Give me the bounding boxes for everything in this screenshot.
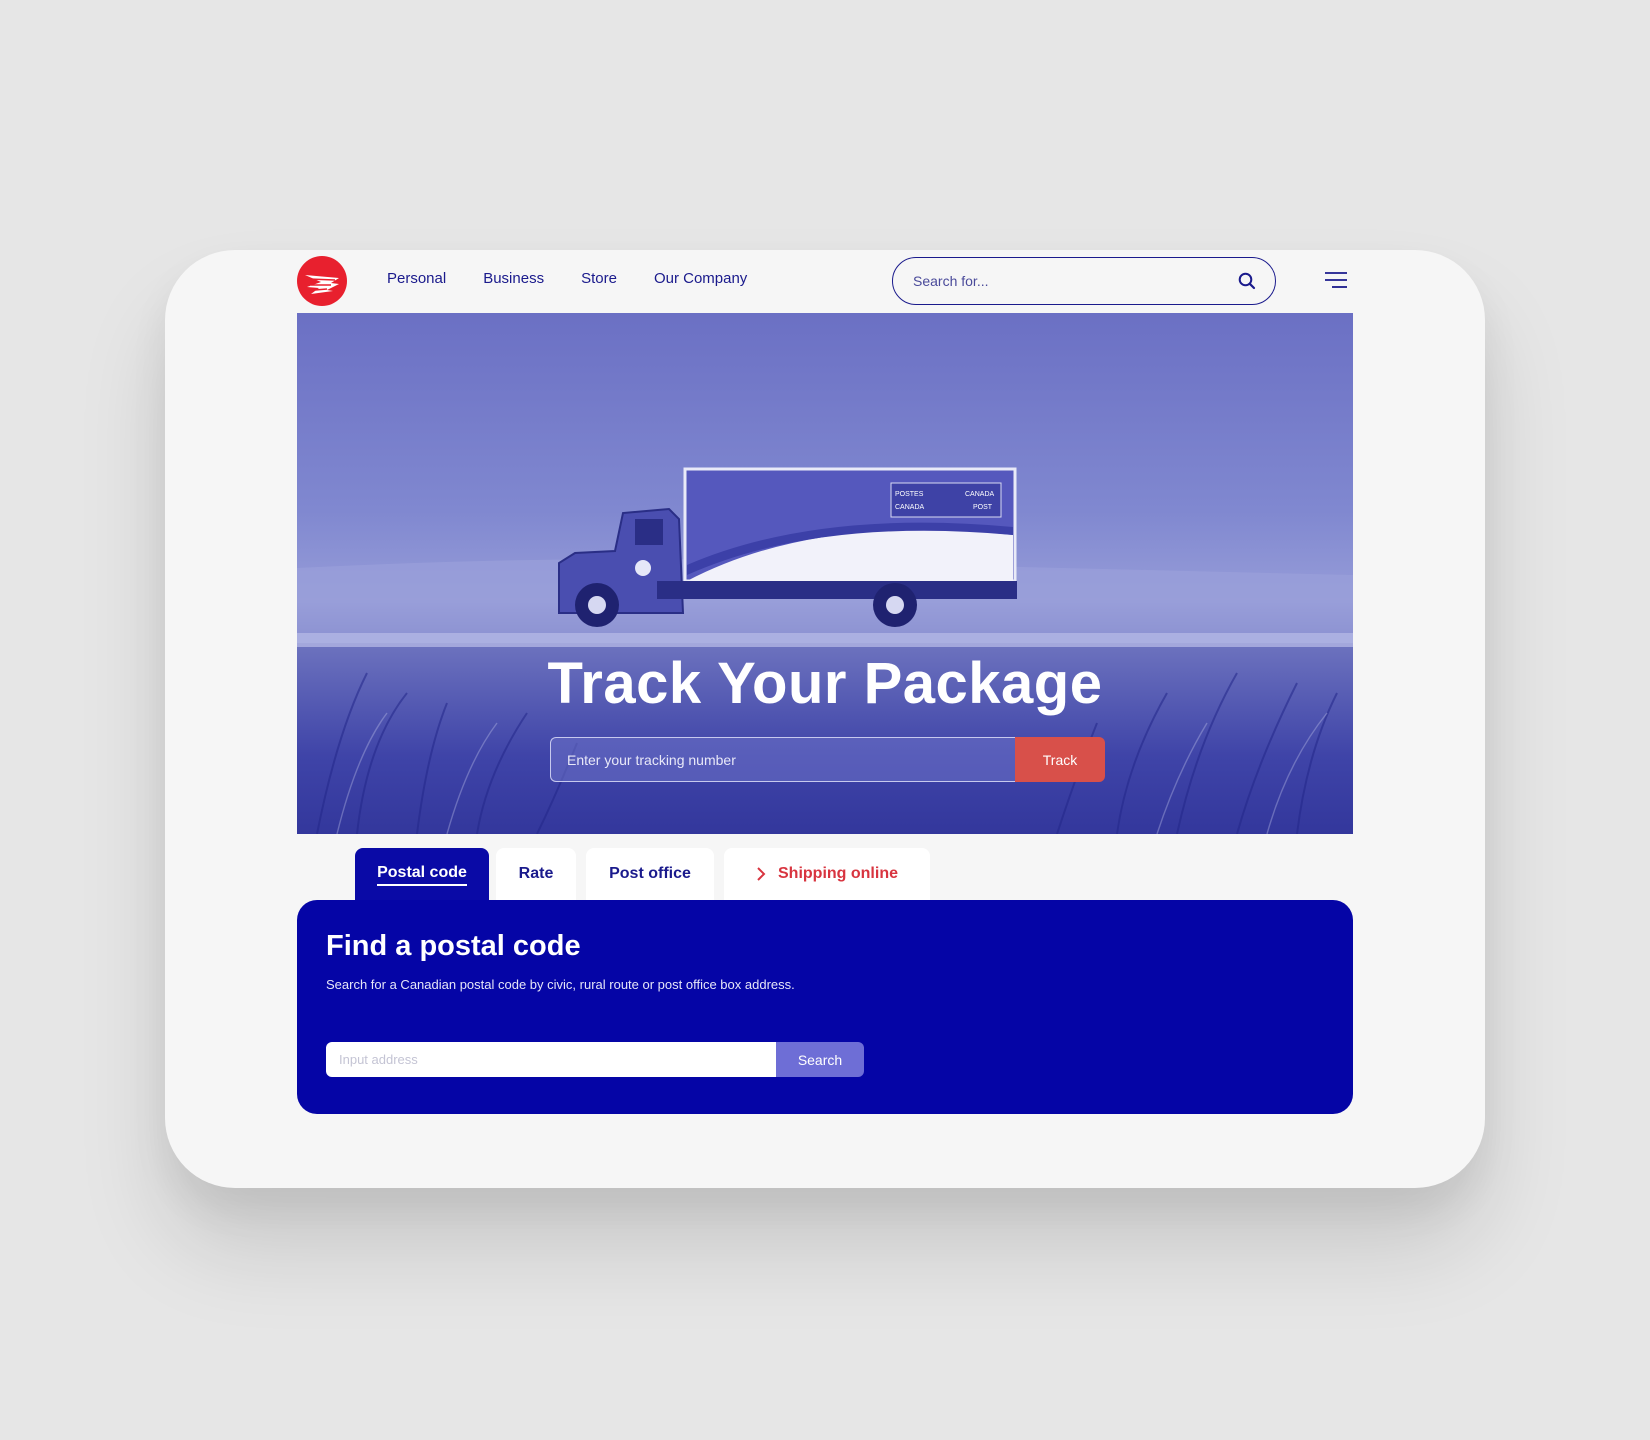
address-input[interactable] [326, 1042, 776, 1077]
search-input[interactable] [913, 270, 1233, 292]
tracking-form: Track [550, 737, 1105, 782]
tab-post-office-label: Post office [609, 865, 691, 882]
truck-sign-canada-1: CANADA [965, 491, 995, 498]
search-icon[interactable] [1237, 271, 1257, 291]
tab-shipping-online[interactable]: Shipping online [724, 848, 930, 900]
postal-code-panel: Find a postal code Search for a Canadian… [297, 900, 1353, 1114]
hero-title: Track Your Package [547, 651, 1103, 716]
tab-post-office[interactable]: Post office [586, 848, 714, 900]
panel-title: Find a postal code [326, 930, 581, 962]
tracking-number-input[interactable] [550, 737, 1020, 782]
nav-store[interactable]: Store [581, 270, 617, 287]
tab-shipping-online-label: Shipping online [778, 865, 898, 882]
tablet-frame: Personal Business Store Our Company Sear… [165, 250, 1485, 1188]
truck-sign-postes: POSTES [895, 491, 924, 498]
tab-rate-label: Rate [518, 865, 554, 882]
site-search [892, 257, 1276, 305]
main-nav: Personal Business Store Our Company [387, 270, 784, 287]
nav-our-company[interactable]: Our Company [654, 270, 747, 287]
stage: Personal Business Store Our Company Sear… [0, 0, 1650, 1440]
nav-business[interactable]: Business [483, 270, 544, 287]
chevron-right-icon [756, 866, 766, 882]
tab-postal-code[interactable]: Postal code [355, 848, 489, 902]
track-button[interactable]: Track [1015, 737, 1105, 782]
hamburger-menu-icon[interactable] [1323, 268, 1349, 294]
canada-post-logo-icon[interactable] [297, 256, 347, 306]
nav-personal[interactable]: Personal [387, 270, 446, 287]
tab-postal-code-label: Postal code [377, 864, 467, 886]
panel-description: Search for a Canadian postal code by civ… [326, 977, 795, 992]
truck-sign-canada-2: CANADA [895, 504, 925, 511]
tab-rate[interactable]: Rate [496, 848, 576, 900]
site-header: Personal Business Store Our Company [165, 250, 1485, 314]
truck-sign-post: POST [973, 504, 993, 511]
postal-search-button[interactable]: Search [776, 1042, 864, 1077]
hero-banner: POSTES CANADA CANADA POST Track Your Pac… [297, 313, 1353, 834]
